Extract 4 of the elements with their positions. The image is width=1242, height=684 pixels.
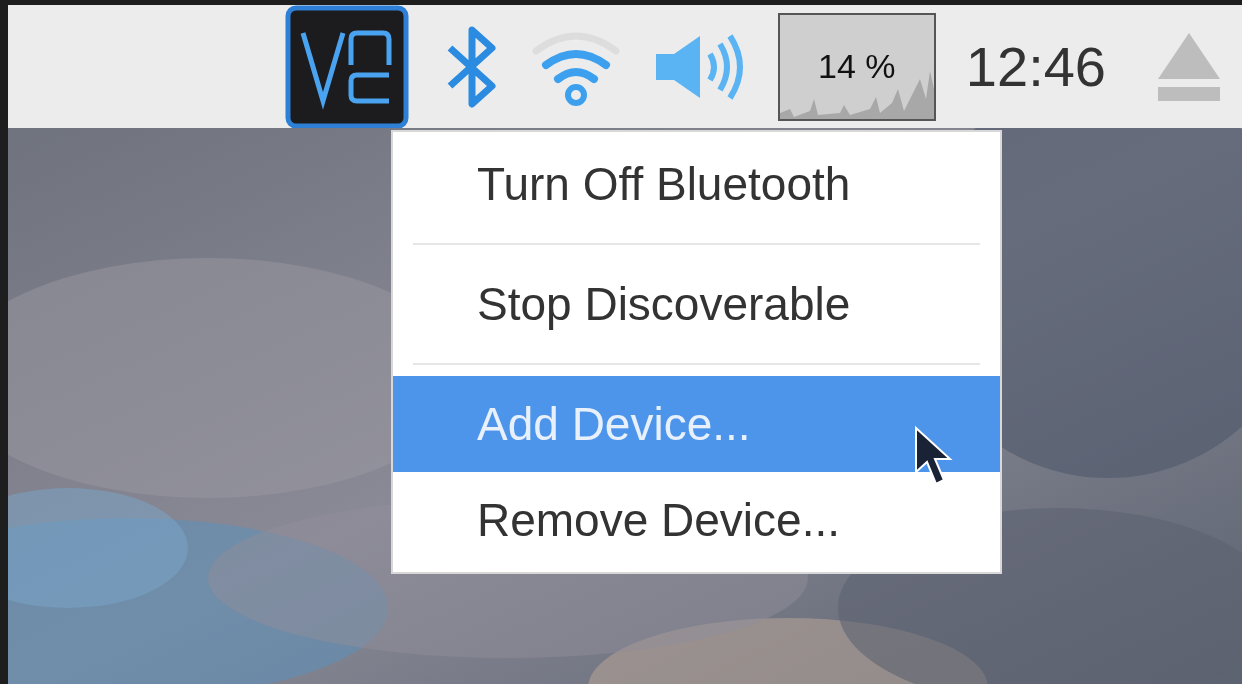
cpu-reading: 14 % [818,46,896,87]
cpu-monitor[interactable]: 14 % [777,12,936,121]
clock[interactable]: 12:46 [965,24,1106,109]
vnc-logo-icon[interactable] [284,4,409,129]
